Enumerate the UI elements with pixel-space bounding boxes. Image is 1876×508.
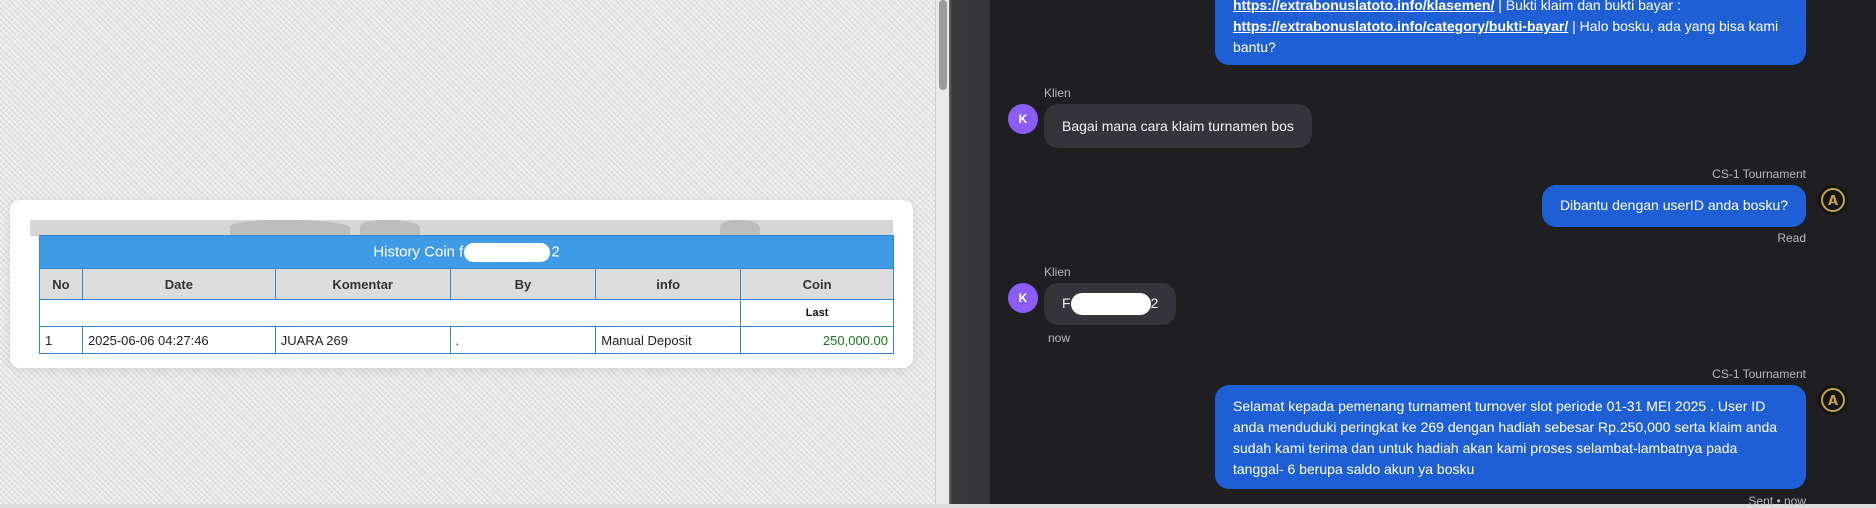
column-header-no[interactable]: No [39, 268, 83, 300]
world-map-banner [30, 220, 893, 236]
bukti-bayar-link[interactable]: https://extrabonuslatoto.info/category/b… [1233, 18, 1568, 34]
sender-label: CS-1 Tournament [1712, 167, 1806, 181]
chat-message-agent: Selamat kepada pemenang turnament turnov… [1215, 385, 1806, 489]
sub-header-last: Last [740, 299, 894, 327]
klien-avatar: K [1008, 283, 1038, 313]
redacted-username [464, 242, 551, 262]
left-pane: History Coin f2 No Date Komentar By info… [0, 0, 935, 504]
scrollbar-thumb[interactable] [939, 0, 947, 90]
agent-avatar-icon: A [1818, 185, 1848, 215]
column-header-komentar[interactable]: Komentar [274, 268, 451, 300]
chat-message-agent: Dibantu dengan userID anda bosku? [1541, 185, 1806, 227]
table-row: 1 2025-06-06 04:27:46 JUARA 269 . Manual… [39, 326, 894, 354]
agent-logo-icon: A [1821, 188, 1845, 212]
column-header-by[interactable]: By [449, 268, 597, 300]
svg-text:A: A [1828, 194, 1838, 209]
column-header-info[interactable]: info [595, 268, 742, 300]
klien-avatar: K [1008, 104, 1038, 134]
chat-message-klien: Bagai mana cara klaim turnamen bos [1044, 104, 1312, 148]
history-coin-card: History Coin f2 No Date Komentar By info… [10, 200, 913, 368]
klasemen-link[interactable]: https://extrabonuslatoto.info/klasemen/ [1233, 0, 1494, 13]
agent-avatar-icon: A [1818, 385, 1848, 415]
cell-date: 2025-06-06 04:27:46 [81, 326, 276, 354]
svg-text:A: A [1828, 394, 1838, 409]
sender-label: Klien [1044, 265, 1071, 279]
vertical-scrollbar[interactable] [935, 0, 950, 504]
column-header-coin[interactable]: Coin [740, 268, 894, 300]
cell-info: Manual Deposit [595, 326, 742, 354]
cell-komentar: JUARA 269 [274, 326, 451, 354]
chat-message-klien: F2 [1044, 283, 1177, 325]
history-coin-table: History Coin f2 No Date Komentar By info… [38, 235, 894, 354]
cell-coin: 250,000.00 [740, 326, 894, 354]
read-status: Read [1777, 231, 1806, 245]
sender-label: CS-1 Tournament [1712, 367, 1806, 381]
chat-pane: https://extrabonuslatoto.info/klasemen/ … [990, 0, 1876, 508]
cell-no: 1 [39, 326, 83, 354]
chat-message-agent: https://extrabonuslatoto.info/klasemen/ … [1215, 0, 1806, 65]
table-title: History Coin f2 [39, 235, 894, 269]
cell-by: . [449, 326, 597, 354]
column-header-date[interactable]: Date [81, 268, 276, 300]
sent-status: Sent • now [1748, 494, 1806, 508]
sub-header-blank [38, 299, 742, 327]
pane-divider[interactable] [949, 0, 990, 504]
sender-label: Klien [1044, 86, 1071, 100]
redacted-userid [1070, 293, 1151, 316]
message-time: now [1048, 331, 1071, 345]
agent-logo-icon: A [1821, 388, 1845, 412]
